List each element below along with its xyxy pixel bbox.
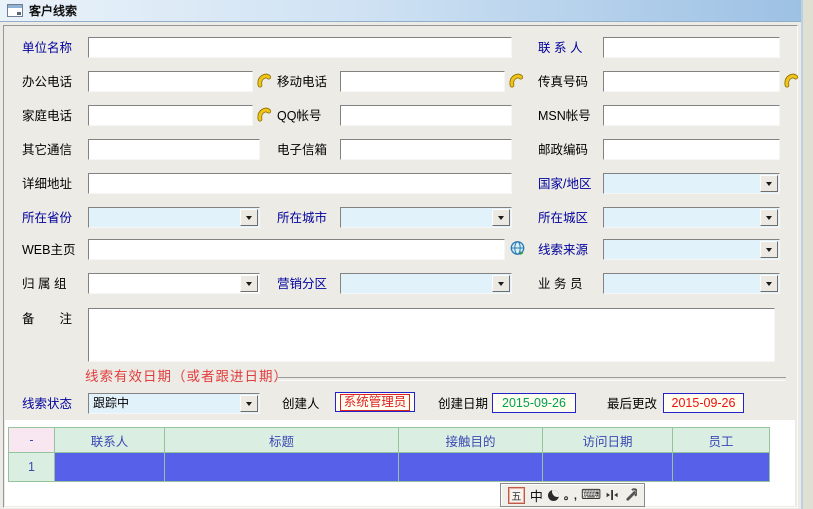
table-cell-employee[interactable] — [673, 453, 770, 482]
company-name-label: 单位名称 — [22, 41, 72, 55]
table-header-corner: - — [9, 428, 55, 453]
phone-icon[interactable] — [256, 73, 273, 89]
district-label: 所在城区 — [538, 211, 588, 225]
creator-label: 创建人 — [282, 397, 320, 411]
table-header-purpose: 接触目的 — [399, 428, 543, 453]
wubi-icon[interactable]: 五 — [508, 487, 525, 504]
salesperson-label: 业 务 员 — [538, 277, 582, 291]
chinese-mode-icon[interactable]: 中 — [530, 486, 543, 505]
table-header-employee: 员工 — [673, 428, 770, 453]
contact-label: 联 系 人 — [538, 41, 582, 55]
office-phone-label: 办公电话 — [22, 75, 72, 89]
table-row[interactable]: 1 — [9, 453, 770, 482]
city-select[interactable] — [340, 207, 512, 228]
table-header-visit-date: 访问日期 — [543, 428, 673, 453]
keyboard-icon[interactable]: ⌨ — [581, 488, 601, 502]
row-number-cell[interactable]: 1 — [9, 453, 55, 482]
separator — [278, 377, 786, 381]
company-name-input[interactable] — [88, 37, 512, 58]
postal-code-label: 邮政编码 — [538, 143, 588, 157]
lead-date-note: 线索有效日期（或者跟进日期） — [85, 365, 288, 385]
email-label: 电子信箱 — [277, 143, 327, 157]
office-phone-input[interactable] — [88, 71, 253, 92]
mobile-phone-label: 移动电话 — [277, 75, 327, 89]
marketing-zone-select[interactable] — [340, 273, 512, 294]
contact-input[interactable] — [603, 37, 780, 58]
lead-status-select[interactable]: 跟踪中 — [88, 393, 260, 414]
table-cell-title[interactable] — [165, 453, 399, 482]
fax-label: 传真号码 — [538, 75, 588, 89]
chevron-down-icon[interactable] — [760, 275, 778, 292]
ime-toolbar: 五 中 。, ⌨ — [500, 483, 645, 507]
other-comm-label: 其它通信 — [22, 143, 72, 157]
marketing-zone-label: 营销分区 — [277, 277, 327, 291]
punctuation-icon[interactable]: 。, — [564, 487, 576, 503]
globe-icon[interactable] — [509, 240, 526, 256]
country-label: 国家/地区 — [538, 177, 591, 191]
address-input[interactable] — [88, 173, 512, 194]
country-select[interactable] — [603, 173, 780, 194]
postal-code-input[interactable] — [603, 139, 780, 160]
province-label: 所在省份 — [22, 211, 72, 225]
title-bar: 客户线索 — [0, 0, 801, 22]
lead-status-label: 线索状态 — [22, 397, 72, 411]
window-title: 客户线索 — [29, 2, 77, 19]
moon-icon[interactable] — [548, 490, 559, 501]
web-label: WEB主页 — [22, 243, 75, 257]
table-header-title: 标题 — [165, 428, 399, 453]
salesperson-select[interactable] — [603, 273, 780, 294]
table-header-row: - 联系人 标题 接触目的 访问日期 员工 — [9, 428, 770, 453]
chevron-down-icon[interactable] — [492, 209, 510, 226]
home-phone-input[interactable] — [88, 105, 253, 126]
mobile-phone-input[interactable] — [340, 71, 505, 92]
chevron-down-icon[interactable] — [240, 395, 258, 412]
window-icon — [7, 4, 23, 17]
table-header-contact: 联系人 — [55, 428, 165, 453]
chevron-down-icon[interactable] — [492, 275, 510, 292]
qq-input[interactable] — [340, 105, 512, 126]
web-input[interactable] — [88, 239, 505, 260]
creator-button[interactable]: 系统管理员 — [335, 392, 415, 412]
msn-label: MSN帐号 — [538, 109, 591, 123]
lead-source-label: 线索来源 — [538, 243, 588, 257]
lead-source-select[interactable] — [603, 239, 780, 260]
table-cell-purpose[interactable] — [399, 453, 543, 482]
chevron-down-icon[interactable] — [760, 175, 778, 192]
email-input[interactable] — [340, 139, 512, 160]
fax-input[interactable] — [603, 71, 780, 92]
chevron-down-icon[interactable] — [240, 275, 258, 292]
wrench-icon[interactable] — [623, 488, 637, 502]
district-select[interactable] — [603, 207, 780, 228]
band-adjust-icon[interactable] — [606, 488, 618, 502]
creator-value: 系统管理员 — [340, 394, 411, 411]
address-label: 详细地址 — [22, 177, 72, 191]
chevron-down-icon[interactable] — [760, 209, 778, 226]
create-date-label: 创建日期 — [438, 397, 488, 411]
group-label: 归 属 组 — [22, 277, 66, 291]
create-date-value: 2015-09-26 — [492, 393, 576, 413]
chevron-down-icon[interactable] — [240, 209, 258, 226]
phone-icon[interactable] — [783, 73, 800, 89]
phone-icon[interactable] — [256, 107, 273, 123]
remarks-label: 备 注 — [22, 312, 72, 326]
province-select[interactable] — [88, 207, 260, 228]
city-label: 所在城市 — [277, 211, 327, 225]
table-cell-visit-date[interactable] — [543, 453, 673, 482]
phone-icon[interactable] — [508, 73, 525, 89]
table-cell-contact[interactable] — [55, 453, 165, 482]
last-modified-label: 最后更改 — [607, 397, 657, 411]
remarks-textarea[interactable] — [88, 308, 775, 362]
home-phone-label: 家庭电话 — [22, 109, 72, 123]
last-modified-value: 2015-09-26 — [663, 393, 744, 413]
activity-table: - 联系人 标题 接触目的 访问日期 员工 1 — [8, 427, 770, 482]
chevron-down-icon[interactable] — [760, 241, 778, 258]
lead-status-value: 跟踪中 — [93, 396, 129, 410]
crm-lead-window: 客户线索 单位名称 联 系 人 办公电话 移动电话 传真号码 家庭电话 QQ帐号… — [0, 0, 813, 509]
qq-label: QQ帐号 — [277, 109, 321, 123]
other-comm-input[interactable] — [88, 139, 260, 160]
group-select[interactable] — [88, 273, 260, 294]
msn-input[interactable] — [603, 105, 780, 126]
